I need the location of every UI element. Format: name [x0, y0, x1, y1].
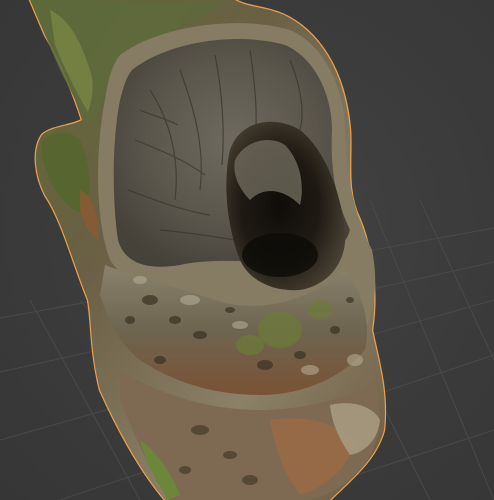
tree-stump-model[interactable]	[28, 0, 387, 500]
3d-viewport[interactable]	[0, 0, 494, 500]
hollow-shadow	[242, 233, 318, 277]
viewport-canvas[interactable]	[0, 0, 494, 500]
